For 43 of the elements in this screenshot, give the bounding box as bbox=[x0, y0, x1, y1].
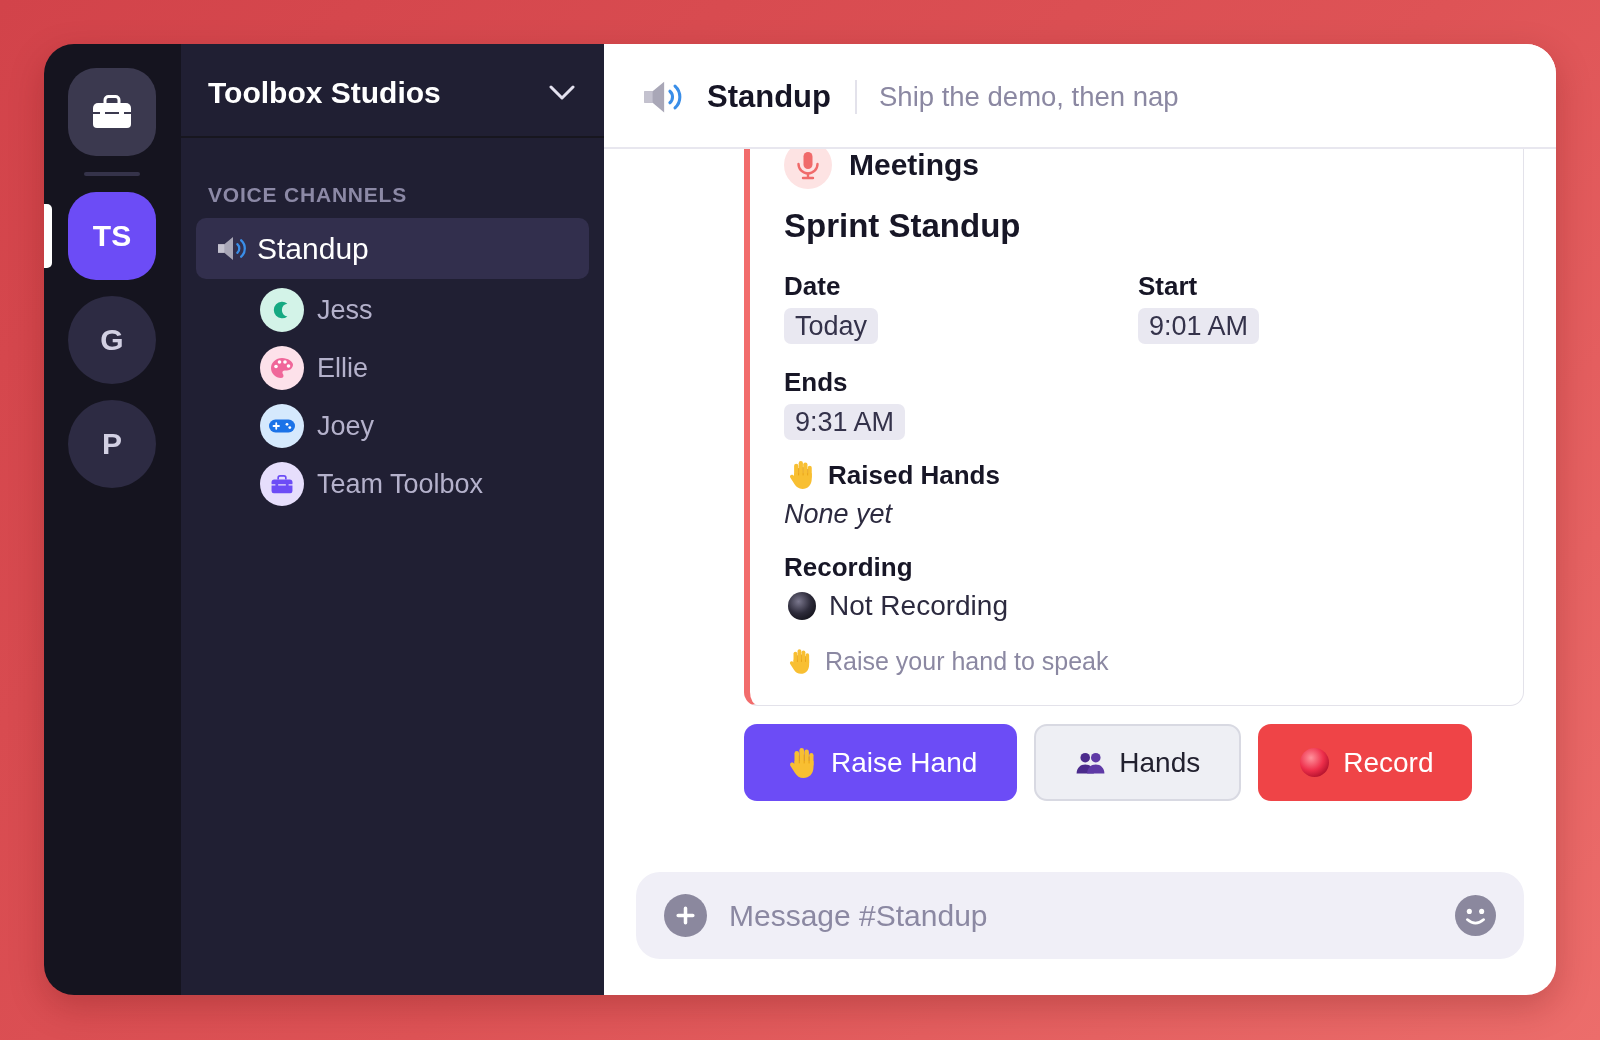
field-label: Date bbox=[784, 270, 841, 302]
server-button[interactable]: P bbox=[68, 400, 156, 488]
channel-topic: Ship the demo, then nap bbox=[879, 79, 1179, 114]
raise-hand-button[interactable]: Raise Hand bbox=[744, 724, 1018, 801]
recording-status: Not Recording bbox=[829, 589, 1008, 623]
channel-name: Standup bbox=[707, 77, 831, 116]
hand-icon bbox=[789, 746, 817, 779]
member-name: Ellie bbox=[317, 352, 369, 385]
server-name: Toolbox Studios bbox=[208, 74, 441, 111]
section-label: Recording bbox=[784, 551, 913, 583]
member-name: Joey bbox=[317, 410, 375, 443]
hand-icon bbox=[789, 647, 812, 675]
message-input-field[interactable]: Message #Standup bbox=[729, 895, 1433, 936]
hands-button[interactable]: Hands bbox=[1034, 724, 1242, 801]
chevron-down-icon[interactable] bbox=[549, 84, 575, 101]
field-value: 9:31 AM bbox=[784, 404, 906, 440]
speaker-icon bbox=[217, 235, 248, 262]
microphone-icon bbox=[784, 149, 832, 189]
member-name: Jess bbox=[317, 294, 373, 327]
field-value: 9:01 AM bbox=[1138, 308, 1260, 344]
record-icon bbox=[1300, 748, 1330, 777]
people-icon bbox=[1076, 751, 1106, 774]
section-label: Raised Hands bbox=[828, 459, 1000, 491]
raised-hands-value: None yet bbox=[784, 498, 893, 531]
toolbox-icon bbox=[92, 95, 132, 129]
selection-indicator bbox=[44, 204, 52, 268]
section-label: VOICE CHANNELS bbox=[207, 183, 408, 207]
event-title: Sprint Standup bbox=[784, 206, 1021, 246]
server-button[interactable]: G bbox=[68, 296, 156, 384]
record-button[interactable]: Record bbox=[1258, 724, 1472, 801]
message-composer[interactable]: Message #Standup bbox=[636, 872, 1524, 959]
field-value: Today bbox=[784, 308, 879, 344]
member-name: Team Toolbox bbox=[317, 468, 484, 501]
hint-text: Raise your hand to speak bbox=[825, 646, 1109, 677]
channel-item[interactable]: Standup bbox=[196, 218, 589, 279]
field-label: Ends bbox=[784, 366, 848, 398]
hand-icon bbox=[789, 460, 815, 490]
smiley-icon[interactable] bbox=[1455, 895, 1496, 936]
home-button[interactable] bbox=[68, 68, 156, 156]
server-button[interactable]: TS bbox=[68, 192, 156, 280]
app-name: Meetings bbox=[849, 151, 980, 179]
plus-icon[interactable] bbox=[664, 894, 707, 937]
field-label: Start bbox=[1138, 270, 1198, 302]
